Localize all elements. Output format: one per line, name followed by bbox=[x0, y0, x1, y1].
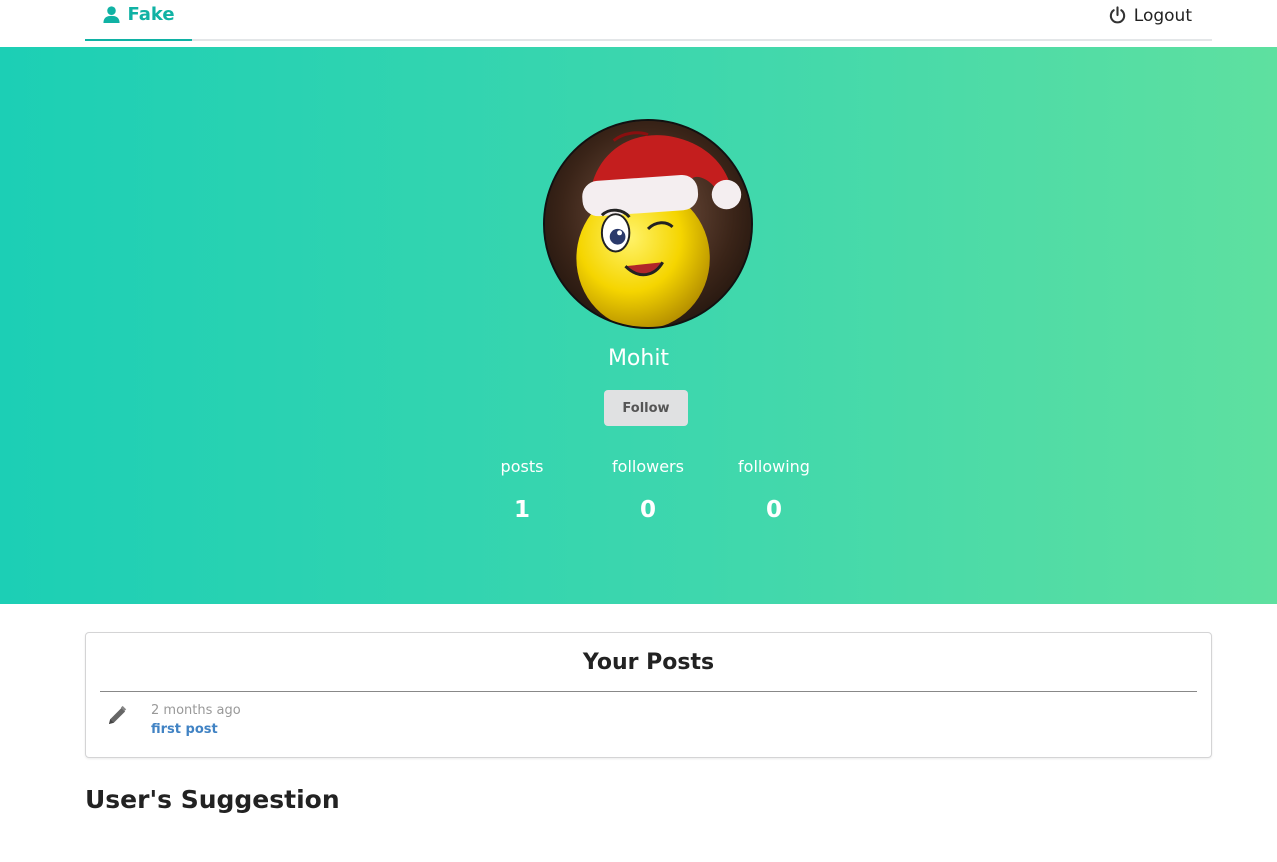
top-menu: Fake Logout bbox=[85, 0, 1212, 41]
divider bbox=[100, 691, 1197, 692]
suggestions-heading: User's Suggestion bbox=[85, 785, 340, 814]
stat-followers: followers 0 bbox=[583, 457, 713, 523]
logout-label: Logout bbox=[1133, 5, 1192, 26]
pencil-icon bbox=[109, 705, 127, 724]
stat-value: 1 bbox=[513, 497, 530, 523]
nav-item-profile[interactable]: Fake bbox=[85, 0, 192, 41]
stat-following: following 0 bbox=[709, 457, 839, 523]
posts-card: Your Posts 2 months ago first post bbox=[85, 632, 1212, 758]
stat-value: 0 bbox=[765, 497, 782, 523]
stat-label: followers bbox=[612, 457, 684, 476]
posts-title: Your Posts bbox=[582, 650, 715, 675]
profile-header: Mohit Follow posts 1 followers 0 followi… bbox=[0, 47, 1277, 604]
post-timestamp: 2 months ago bbox=[151, 703, 241, 718]
profile-name: Mohit bbox=[607, 346, 670, 371]
stat-label: following bbox=[738, 457, 810, 476]
stat-value: 0 bbox=[639, 497, 656, 523]
logout-button[interactable]: Logout bbox=[1108, 0, 1192, 41]
winking-emoji-image bbox=[545, 121, 751, 327]
user-icon bbox=[103, 6, 121, 24]
post-link[interactable]: first post bbox=[151, 722, 218, 737]
power-icon bbox=[1109, 6, 1125, 24]
stat-label: posts bbox=[500, 457, 544, 476]
follow-button[interactable]: Follow bbox=[604, 390, 688, 426]
avatar bbox=[543, 119, 753, 329]
stat-posts: posts 1 bbox=[457, 457, 587, 523]
nav-brand-label: Fake bbox=[127, 4, 175, 25]
